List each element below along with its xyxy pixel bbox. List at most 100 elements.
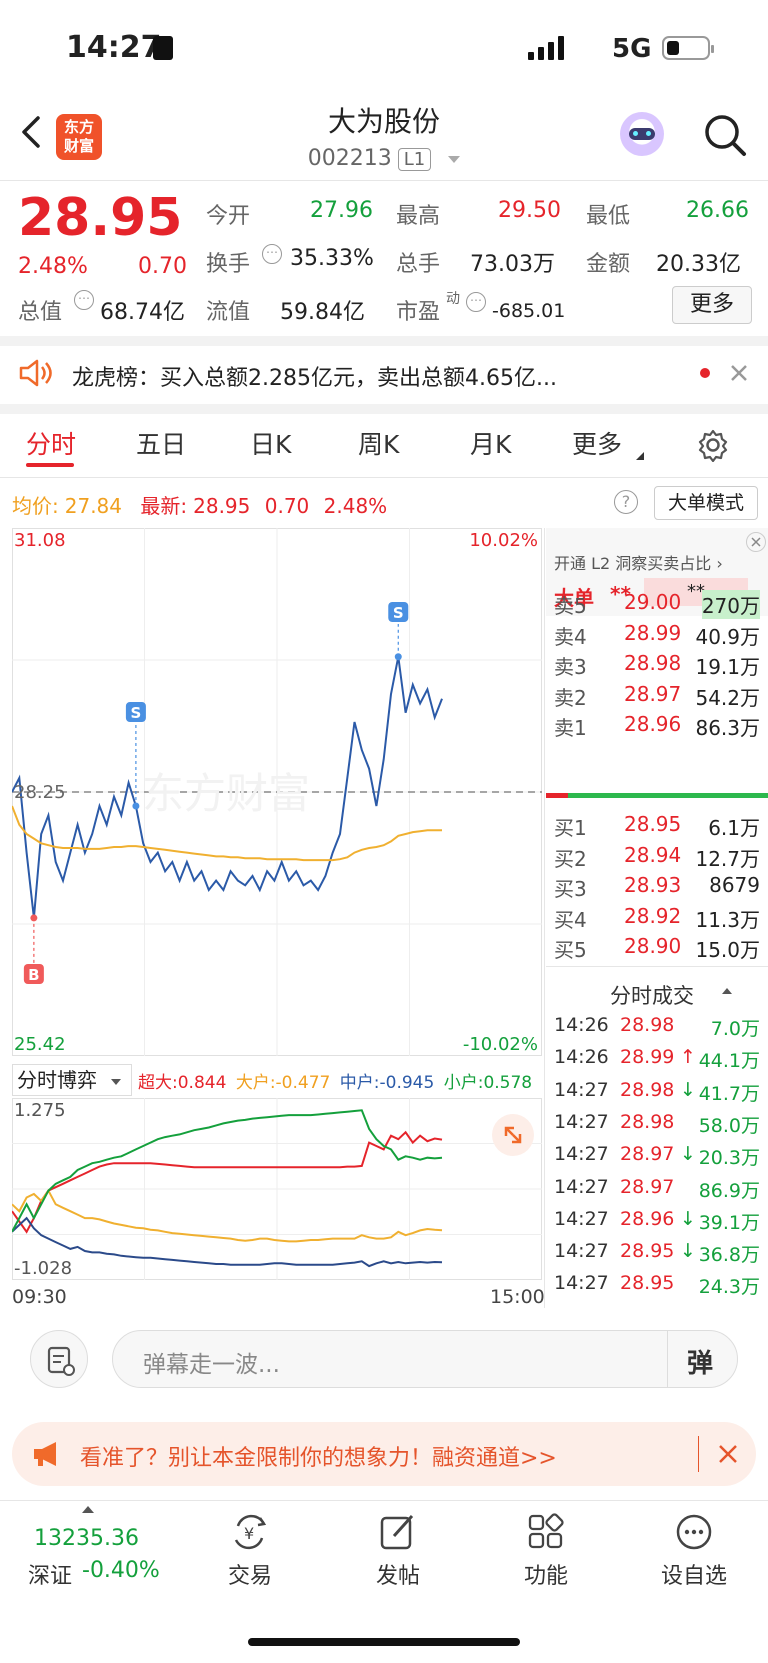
index-ticker[interactable]: 13235.36 深证 -0.40% [20, 1504, 180, 1589]
bid-level-label: 买3 [554, 877, 587, 902]
marker-dot [132, 802, 140, 810]
capital-flow-chart[interactable]: 1.275 -1.028 [12, 1098, 542, 1280]
bid-row: 买1 28.95 6.1万 [554, 812, 760, 844]
latest-label: 最新: [140, 494, 188, 518]
dropdown-icon[interactable] [448, 155, 461, 163]
marker-label: S [393, 604, 404, 622]
bid-level-label: 买5 [554, 938, 587, 963]
intraday-price-chart[interactable]: 东方财富 B S S 31.08 28.25 25.42 10.02% -10.02… [12, 528, 542, 1056]
status-time: 14:27 [66, 30, 162, 65]
bid-volume: 11.3万 [695, 907, 760, 932]
ad-close-icon[interactable] [716, 1442, 740, 1466]
trades-title[interactable]: 分时成交 [610, 980, 694, 1010]
orderbook-divider [546, 966, 768, 967]
robot-assistant-icon[interactable] [620, 112, 664, 156]
trade-direction: ↓ [680, 1207, 696, 1230]
signal-icon [528, 36, 568, 60]
battery-icon [662, 36, 714, 60]
trade-volume: 44.1万 [698, 1050, 760, 1073]
ask-price: 28.98 [624, 651, 682, 676]
bid-volume: 8679 [709, 873, 760, 898]
ask-level-label: 卖2 [554, 685, 587, 710]
low-label: 最低 [586, 204, 631, 229]
trade-volume: 86.9万 [698, 1179, 760, 1202]
trades-collapse-icon[interactable] [722, 988, 732, 994]
close-icon[interactable] [728, 362, 750, 384]
danmu-send-button[interactable]: 弹 [687, 1343, 713, 1380]
ad-text: 看准了？别让本金限制你的想象力！融资通道>> [80, 1446, 557, 1471]
bid-volume: 12.7万 [695, 846, 760, 871]
ask-volume: 54.2万 [695, 685, 760, 710]
game-selector[interactable]: 分时博弈 [12, 1064, 132, 1096]
bid-price: 28.94 [624, 842, 682, 867]
game-dropdown-icon [111, 1078, 122, 1085]
ask-price: 28.96 [624, 712, 682, 737]
danmu-settings-button[interactable] [30, 1330, 88, 1388]
post-edit-icon [380, 1514, 414, 1550]
expand-icon[interactable] [492, 1114, 534, 1156]
more-button[interactable]: 更多 [672, 286, 752, 324]
game-y-top: 1.275 [14, 1100, 66, 1121]
danmu-placeholder: 弹幕走一波... [143, 1352, 280, 1378]
info-dots-icon[interactable]: ⋯ [466, 292, 486, 312]
danmu-input-field[interactable]: 弹幕走一波... 弹 [112, 1330, 738, 1388]
settings-gear-icon[interactable] [696, 428, 730, 463]
big-order-mode-button[interactable]: 大单模式 [654, 486, 758, 520]
game-title: 分时博弈 [17, 1068, 97, 1092]
mktcap-label: 总值 [18, 300, 63, 325]
legend-large: 大户:-0.477 [235, 1073, 331, 1093]
trade-row: 14:27 28.97 ↓ 20.3万 [554, 1143, 760, 1175]
trade-row: 14:26 28.99 ↑ 44.1万 [554, 1046, 760, 1078]
marker-label: S [130, 704, 141, 722]
index-name: 深证 [28, 1564, 73, 1589]
trade-price: 28.97 [620, 1175, 675, 1198]
promo-close-icon[interactable] [746, 532, 766, 552]
bid-row: 买5 28.90 15.0万 [554, 934, 760, 966]
change-amount: 0.70 [138, 254, 187, 279]
home-indicator[interactable] [248, 1638, 520, 1646]
x-tick-start: 09:30 [12, 1286, 67, 1308]
nav-watchlist[interactable]: 设自选 [644, 1512, 744, 1592]
legend-small: 小户:0.578 [443, 1073, 533, 1093]
tab-weekly-k[interactable]: 周K [358, 425, 399, 461]
current-price: 28.95 [18, 188, 183, 248]
trade-price: 28.96 [620, 1207, 675, 1230]
latest-change-pct: 2.48% [323, 494, 388, 518]
avg-value: 27.84 [64, 494, 123, 518]
stock-code: 002213 [307, 146, 392, 171]
chart-watermark: 东方财富 [142, 769, 310, 818]
search-icon[interactable] [702, 112, 748, 158]
trade-volume: 41.7万 [698, 1082, 760, 1105]
tab-more-arrow-icon [636, 452, 644, 460]
ask-volume: 19.1万 [695, 655, 760, 680]
trade-direction: ↓ [680, 1143, 696, 1166]
section-divider [0, 336, 768, 346]
info-dots-icon[interactable]: ⋯ [262, 244, 282, 264]
trade-direction: ↓ [680, 1240, 696, 1263]
amount-label: 金额 [586, 252, 631, 277]
tab-more[interactable]: 更多 [572, 425, 622, 461]
trade-price: 28.95 [620, 1240, 675, 1263]
nav-functions[interactable]: 功能 [496, 1512, 596, 1592]
nav-watchlist-label: 设自选 [660, 1564, 727, 1589]
mktcap-value: 68.74亿 [100, 300, 185, 325]
amount-value: 20.33亿 [656, 252, 741, 277]
trade-row: 14:27 28.97 86.9万 [554, 1176, 760, 1208]
trade-price: 28.98 [620, 1014, 675, 1036]
high-value: 29.50 [498, 198, 561, 223]
tab-monthly-k[interactable]: 月K [470, 425, 511, 461]
trade-time: 14:27 [554, 1143, 609, 1166]
tab-intraday[interactable]: 分时 [26, 425, 76, 461]
trade-price: 28.97 [620, 1143, 675, 1166]
nav-trade[interactable]: ¥ 交易 [200, 1512, 300, 1592]
tab-five-day[interactable]: 五日 [136, 425, 186, 461]
tabs-divider [0, 477, 768, 478]
tab-daily-k[interactable]: 日K [250, 425, 291, 461]
help-icon[interactable]: ? [614, 490, 638, 514]
news-text[interactable]: 龙虎榜：买入总额2.285亿元，卖出总额4.65亿... [72, 360, 642, 392]
trade-price: 28.99 [620, 1046, 675, 1069]
margin-ad-banner[interactable]: 看准了？别让本金限制你的想象力！融资通道>> [12, 1422, 756, 1486]
nav-post[interactable]: 发帖 [348, 1512, 448, 1592]
info-dots-icon[interactable]: ⋯ [74, 290, 94, 310]
volume-label: 总手 [396, 252, 441, 277]
